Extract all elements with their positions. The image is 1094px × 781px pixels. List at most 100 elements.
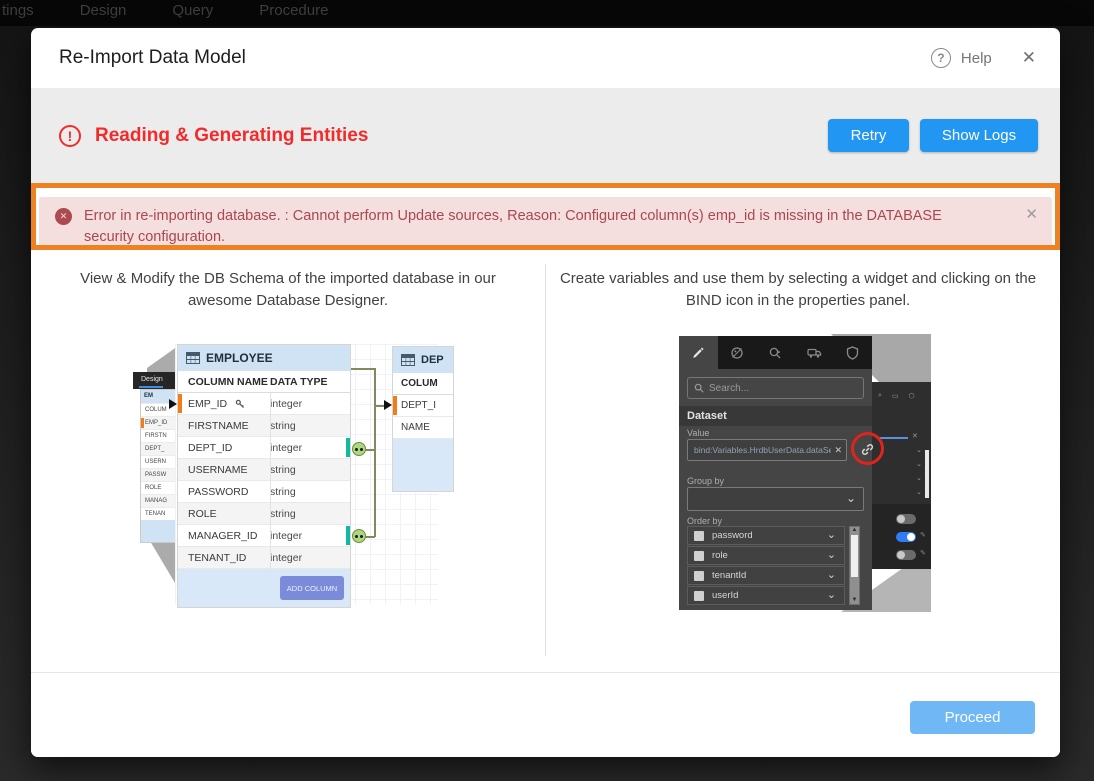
data-type: integer <box>270 552 302 564</box>
checkbox-icon <box>694 551 704 561</box>
order-item-label: tenantId <box>712 570 746 581</box>
foreign-key-marker <box>346 526 350 545</box>
data-type-header: DATA TYPE <box>270 376 328 388</box>
table-row-emp-id: EMP_ID integer <box>178 393 350 415</box>
primary-key-marker <box>393 396 397 415</box>
toggle-off <box>896 514 916 524</box>
alert-icon: ! <box>59 125 81 147</box>
table-row-name: NAME <box>393 417 453 439</box>
mini-clear-icon: ✕ <box>912 432 918 440</box>
nav-item-design[interactable]: Design <box>80 0 127 22</box>
db-designer-illustration: Design EM COLUM EMP_ID FIRSTN DEPT_ USER… <box>145 338 438 608</box>
panel-tabs <box>679 336 872 369</box>
relation-line <box>365 449 375 451</box>
group-by-select: ⌄ <box>687 487 864 511</box>
mini-table-row: EMP_ID <box>141 416 179 429</box>
table-column-separator <box>270 393 271 569</box>
bind-expression: bind:Variables.HrdbUserData.dataSet <box>694 445 831 455</box>
data-type: integer <box>270 530 302 542</box>
department-table-footer <box>393 439 453 491</box>
table-row-tenant-id: TENANT_ID integer <box>178 547 350 569</box>
chevron-down-icon: ⌄ <box>827 588 836 601</box>
mini-table-row: FIRSTN <box>141 429 179 442</box>
mini-table-footer <box>141 520 179 542</box>
show-logs-button[interactable]: Show Logs <box>920 119 1038 152</box>
nav-item-procedure[interactable]: Procedure <box>259 0 328 22</box>
clear-icon: ✕ <box>834 445 842 456</box>
db-designer-description: View & Modify the DB Schema of the impor… <box>48 268 528 312</box>
search-input: Search... <box>687 377 864 399</box>
checkbox-icon <box>694 531 704 541</box>
chevron-down-icon: ⌄ <box>827 548 836 561</box>
help-link[interactable]: Help <box>961 50 992 67</box>
tab-query-magnifier-icon <box>756 336 795 369</box>
mini-chevron-icon: ⌄ <box>916 488 922 496</box>
key-icon <box>235 399 245 409</box>
employee-table-header: EMPLOYEE <box>178 345 350 371</box>
relation-line <box>350 368 375 370</box>
mini-table-row: TENAN <box>141 507 179 520</box>
proceed-button[interactable]: Proceed <box>910 701 1035 734</box>
retry-button[interactable]: Retry <box>828 119 909 152</box>
toggle-on <box>896 532 916 542</box>
relation-arrow-icon <box>169 399 177 409</box>
value-label: Value <box>687 428 709 438</box>
mini-scrollbar <box>925 450 929 498</box>
column-name: DEPT_ID <box>178 442 270 454</box>
order-by-list: password ⌄ role ⌄ tenantId ⌄ <box>687 526 845 606</box>
help-icon[interactable]: ? <box>931 48 951 68</box>
data-type: string <box>270 464 296 476</box>
order-item-role: role ⌄ <box>687 546 845 565</box>
mini-table-row: USERN <box>141 455 179 468</box>
mini-table-row: ROLE <box>141 481 179 494</box>
dialog-header: Re-Import Data Model ? Help ✕ <box>31 28 1060 88</box>
relation-arrow-icon <box>384 400 392 410</box>
status-title: Reading & Generating Entities <box>95 125 368 147</box>
nav-item-query[interactable]: Query <box>172 0 213 22</box>
mini-table-row: DEPT_ <box>141 442 179 455</box>
employee-table: EMPLOYEE COLUMN NAME DATA TYPE EMP_ID in… <box>178 345 350 607</box>
column-divider <box>545 264 546 656</box>
close-icon[interactable]: ✕ <box>1022 48 1036 68</box>
mini-chevron-icon: ⌄ <box>916 474 922 482</box>
dataset-section-header: Dataset <box>679 406 872 426</box>
data-type: string <box>270 420 296 432</box>
column-name: MANAGER_ID <box>178 530 270 542</box>
order-item-tenantid: tenantId ⌄ <box>687 566 845 585</box>
table-row-password: PASSWORD string <box>178 481 350 503</box>
table-row-manager-id: MANAGER_ID integer <box>178 525 350 547</box>
dialog-footer: Proceed <box>31 672 1060 757</box>
checkbox-icon <box>694 571 704 581</box>
value-input: bind:Variables.HrdbUserData.dataSet ✕ <box>687 439 847 461</box>
properties-panel: Search... Dataset Value bind:Variables.H… <box>679 336 872 610</box>
edit-pencil-icon: ✎ <box>920 549 926 557</box>
dismiss-icon[interactable]: ✕ <box>1025 205 1038 223</box>
nav-item-settings[interactable]: tings <box>2 0 34 22</box>
relation-node-icon <box>352 529 366 543</box>
relation-line <box>365 536 375 538</box>
chevron-down-icon: ⌄ <box>827 528 836 541</box>
foreign-key-marker <box>346 438 350 457</box>
table-row-dept-id: DEPT_ID integer <box>178 437 350 459</box>
tab-properties-pencil-icon <box>679 336 718 369</box>
column-name: ROLE <box>178 508 270 520</box>
group-by-label: Group by <box>687 476 724 486</box>
mini-table-row: MANAG <box>141 494 179 507</box>
table-icon <box>186 352 200 364</box>
data-type: string <box>270 486 296 498</box>
employee-table-title: EMPLOYEE <box>206 351 273 365</box>
column-name: USERNAME <box>178 464 270 476</box>
search-icon <box>694 383 704 393</box>
reimport-data-model-dialog: Re-Import Data Model ? Help ✕ ! Reading … <box>31 28 1060 757</box>
column-name: NAME <box>401 422 430 433</box>
department-table: DEP COLUM DEPT_I NAME <box>393 347 453 491</box>
order-item-password: password ⌄ <box>687 526 845 545</box>
column-name: FIRSTNAME <box>178 420 270 432</box>
data-type: string <box>270 508 296 520</box>
mini-tab-icons: ⌕▭⬡ <box>878 392 915 400</box>
order-item-label: role <box>712 550 728 561</box>
mini-table-row: PASSW <box>141 468 179 481</box>
tab-styles-palette-icon <box>718 336 757 369</box>
relation-node-icon <box>352 442 366 456</box>
top-navigation: tings Design Query Procedure <box>0 0 1094 26</box>
